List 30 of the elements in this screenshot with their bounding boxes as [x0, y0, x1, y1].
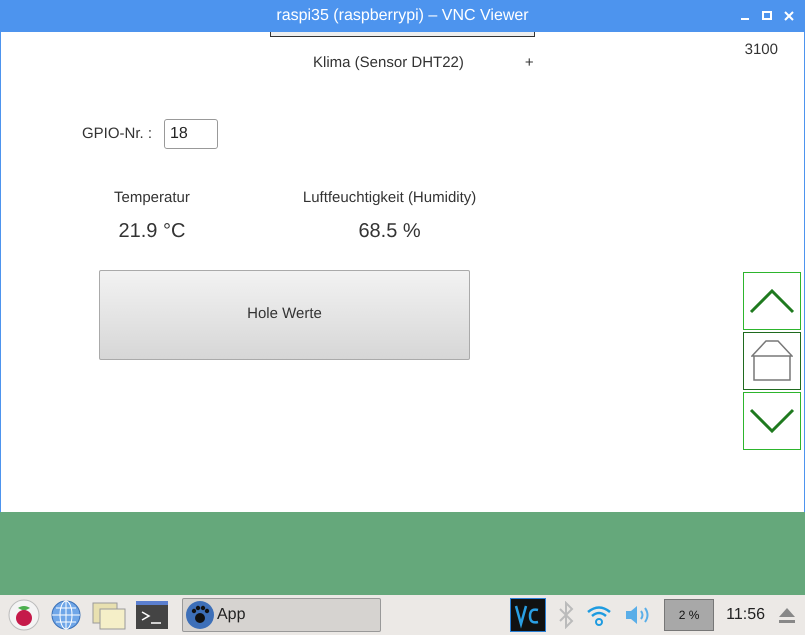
add-symbol[interactable]: + [524, 52, 534, 74]
reading-label: Temperatur [114, 188, 190, 208]
wifi-icon[interactable] [586, 603, 612, 627]
down-chevron-icon [749, 408, 795, 434]
app-taskbar-button[interactable]: App [182, 598, 381, 632]
eject-icon[interactable] [777, 606, 797, 624]
section-heading: Klima (Sensor DHT22) [313, 52, 464, 73]
reading-label: Luftfeuchtigkeit (Humidity) [302, 188, 476, 208]
up-chevron-icon [749, 288, 795, 314]
home-button[interactable] [743, 332, 801, 390]
maximize-icon[interactable] [761, 8, 773, 22]
terminal-icon[interactable] [136, 601, 168, 629]
folder-icon[interactable] [92, 600, 126, 630]
cpu-usage-label: 2 % [678, 607, 700, 624]
counter-label: 3100 [744, 40, 778, 60]
gpio-label: GPIO-Nr. : [82, 124, 152, 144]
bluetooth-icon[interactable] [558, 601, 574, 629]
clock: 11:56 [726, 605, 765, 625]
fetch-button[interactable]: Hole Werte [99, 270, 470, 360]
up-button[interactable] [743, 272, 801, 330]
window-title: raspi35 (raspberrypi) – VNC Viewer [276, 6, 529, 26]
paw-icon [185, 600, 215, 630]
raspberry-icon[interactable] [8, 599, 40, 631]
house-icon [751, 340, 793, 382]
down-button[interactable] [743, 392, 801, 450]
globe-icon[interactable] [50, 599, 82, 631]
vnc-icon[interactable] [510, 598, 546, 632]
reading-value: 21.9 °C [118, 218, 186, 244]
gpio-field[interactable]: 18 [164, 119, 218, 149]
reading-value: 68.5 % [358, 218, 421, 244]
